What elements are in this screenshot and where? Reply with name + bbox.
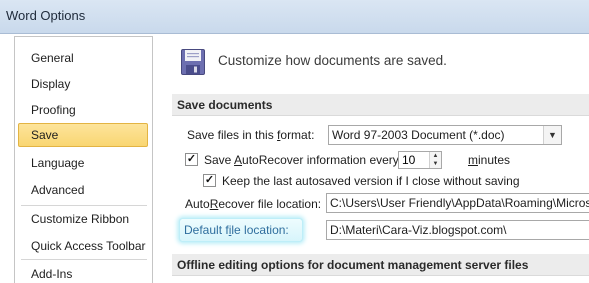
sidebar: General Display Proofing Save Language A… (14, 36, 153, 283)
sidebar-divider (21, 205, 147, 206)
sidebar-item-customize-ribbon[interactable]: Customize Ribbon (18, 207, 148, 231)
keep-last-autosaved-label: Keep the last autosaved version if I clo… (222, 174, 520, 188)
section-offline-editing: Offline editing options for document man… (172, 254, 589, 276)
autorecover-minutes-value: 10 (402, 153, 416, 167)
floppy-disk-icon (181, 49, 205, 75)
sidebar-item-proofing[interactable]: Proofing (18, 98, 148, 122)
keep-last-autosaved-checkbox[interactable]: ✓ (203, 174, 216, 187)
default-location-field[interactable]: D:\Materi\Cara-Viz.blogspot.com\ (326, 220, 589, 240)
save-format-label: Save files in this format: (187, 128, 315, 142)
autorecover-label: Save AutoRecover information every (204, 153, 399, 167)
sidebar-item-language[interactable]: Language (18, 151, 148, 175)
sidebar-item-add-ins[interactable]: Add-Ins (18, 262, 148, 283)
autorecover-checkbox[interactable]: ✓ (185, 153, 198, 166)
save-format-value: Word 97-2003 Document (*.doc) (332, 128, 505, 142)
sidebar-divider (21, 259, 147, 260)
chevron-down-icon[interactable]: ▼ (543, 126, 561, 144)
autorecover-location-label: AutoRecover file location: (185, 197, 322, 211)
main-panel: Customize how documents are saved. Save … (156, 36, 589, 283)
page-header: Customize how documents are saved. (218, 53, 447, 68)
sidebar-item-save[interactable]: Save (18, 123, 148, 147)
autorecover-location-field[interactable]: C:\Users\User Friendly\AppData\Roaming\M… (326, 193, 589, 213)
default-location-label: Default file location: (180, 219, 302, 241)
title-bar: Word Options (0, 0, 589, 34)
sidebar-item-general[interactable]: General (18, 46, 148, 70)
window-title: Word Options (6, 8, 86, 23)
section-save-documents: Save documents (172, 94, 589, 116)
sidebar-item-quick-access-toolbar[interactable]: Quick Access Toolbar (18, 234, 148, 258)
autorecover-minutes-stepper[interactable]: 10 ▲ ▼ (398, 151, 442, 169)
sidebar-item-display[interactable]: Display (18, 72, 148, 96)
stepper-arrows-icon[interactable]: ▲ ▼ (429, 152, 441, 168)
minutes-label: minutes (468, 153, 511, 167)
sidebar-item-advanced[interactable]: Advanced (18, 178, 148, 202)
save-format-dropdown[interactable]: Word 97-2003 Document (*.doc) ▼ (328, 125, 562, 145)
word-options-window: Word Options General Display Proofing Sa… (0, 0, 589, 283)
